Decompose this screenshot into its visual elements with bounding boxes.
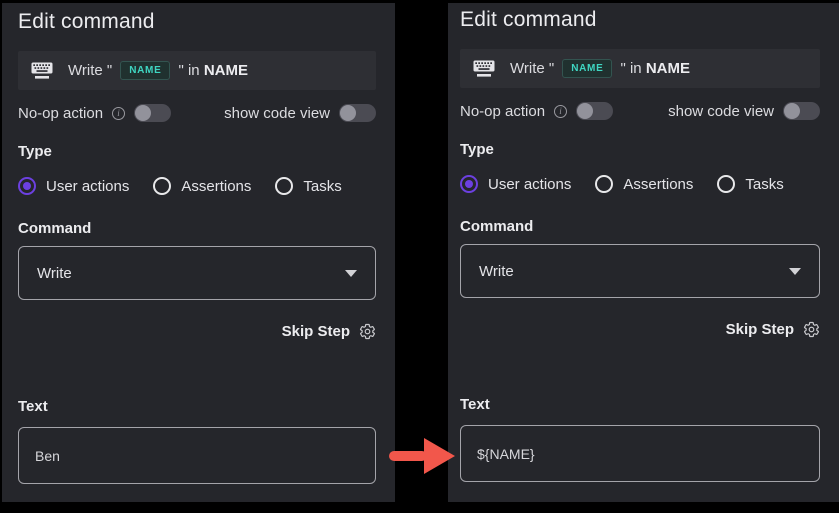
radio-icon bbox=[717, 175, 735, 193]
radio-user-actions[interactable]: User actions bbox=[460, 175, 571, 193]
edit-command-panel-after: Edit command Write "NAME" in NAME N bbox=[448, 3, 839, 502]
radio-assertions[interactable]: Assertions bbox=[595, 175, 693, 193]
page-title: Edit command bbox=[18, 10, 376, 34]
skip-step-label: Skip Step bbox=[282, 323, 350, 340]
radio-icon bbox=[153, 177, 171, 195]
noop-action-toggle[interactable] bbox=[134, 104, 171, 122]
command-preview-text: Write " NAME " in NAME bbox=[510, 59, 690, 78]
keyboard-icon bbox=[31, 62, 53, 79]
radio-icon bbox=[275, 177, 293, 195]
chevron-down-icon bbox=[789, 268, 801, 275]
show-code-view-toggle[interactable] bbox=[339, 104, 376, 122]
preview-middle: " in bbox=[178, 62, 199, 79]
toggle-knob bbox=[135, 105, 151, 121]
radio-icon bbox=[595, 175, 613, 193]
text-label: Text bbox=[18, 398, 376, 415]
chevron-down-icon bbox=[345, 270, 357, 277]
gear-icon[interactable] bbox=[803, 321, 820, 338]
radio-tasks[interactable]: Tasks bbox=[275, 177, 341, 195]
noop-action-toggle[interactable] bbox=[576, 102, 613, 120]
preview-target: NAME bbox=[204, 62, 248, 79]
skip-step-row: Skip Step bbox=[460, 321, 820, 338]
info-icon[interactable]: i bbox=[554, 105, 567, 118]
preview-prefix: Write " bbox=[510, 60, 554, 77]
command-dropdown-value: Write bbox=[479, 263, 514, 280]
radio-label: User actions bbox=[46, 178, 129, 195]
command-dropdown[interactable]: Write bbox=[18, 246, 376, 300]
command-label: Command bbox=[460, 218, 820, 235]
radio-icon bbox=[18, 177, 36, 195]
skip-step-label: Skip Step bbox=[726, 321, 794, 338]
show-code-view-label: show code view bbox=[668, 103, 774, 120]
command-preview-text: Write " NAME " in NAME bbox=[68, 61, 248, 80]
edit-command-panel-before: Edit command Write "NAME" in NAME N bbox=[2, 3, 395, 502]
type-radio-group: User actions Assertions Tasks bbox=[460, 175, 820, 193]
show-code-view-label: show code view bbox=[224, 105, 330, 122]
toggle-knob bbox=[340, 105, 356, 121]
command-preview-bar[interactable]: Write " NAME " in NAME bbox=[18, 51, 376, 90]
variable-badge: NAME bbox=[562, 59, 612, 78]
variable-badge: NAME bbox=[120, 61, 170, 80]
type-label: Type bbox=[18, 143, 376, 160]
show-code-view-group: show code view bbox=[224, 104, 376, 122]
preview-prefix: Write " bbox=[68, 62, 112, 79]
page-title: Edit command bbox=[460, 8, 820, 32]
toggle-row: No-op action i show code view bbox=[18, 104, 376, 122]
noop-action-label: No-op action bbox=[460, 103, 545, 120]
info-icon[interactable]: i bbox=[112, 107, 125, 120]
radio-label: Assertions bbox=[181, 178, 251, 195]
preview-middle: " in bbox=[620, 60, 641, 77]
command-dropdown[interactable]: Write bbox=[460, 244, 820, 298]
right-arrow-icon bbox=[386, 433, 458, 479]
text-input[interactable] bbox=[460, 425, 820, 482]
command-preview-bar[interactable]: Write " NAME " in NAME bbox=[460, 49, 820, 88]
noop-action-group: No-op action i bbox=[460, 102, 613, 120]
radio-label: Tasks bbox=[303, 178, 341, 195]
radio-user-actions[interactable]: User actions bbox=[18, 177, 129, 195]
radio-icon bbox=[460, 175, 478, 193]
type-radio-group: User actions Assertions Tasks bbox=[18, 177, 376, 195]
radio-tasks[interactable]: Tasks bbox=[717, 175, 783, 193]
text-label: Text bbox=[460, 396, 820, 413]
gear-icon[interactable] bbox=[359, 323, 376, 340]
show-code-view-group: show code view bbox=[668, 102, 820, 120]
noop-action-group: No-op action i bbox=[18, 104, 171, 122]
radio-label: User actions bbox=[488, 176, 571, 193]
show-code-view-toggle[interactable] bbox=[783, 102, 820, 120]
screenshot-stage: Edit command Write "NAME" in NAME N bbox=[0, 0, 839, 513]
preview-target: NAME bbox=[646, 60, 690, 77]
keyboard-icon bbox=[473, 60, 495, 77]
text-input[interactable] bbox=[18, 427, 376, 484]
toggle-row: No-op action i show code view bbox=[460, 102, 820, 120]
skip-step-row: Skip Step bbox=[18, 323, 376, 340]
radio-assertions[interactable]: Assertions bbox=[153, 177, 251, 195]
radio-label: Tasks bbox=[745, 176, 783, 193]
radio-label: Assertions bbox=[623, 176, 693, 193]
type-label: Type bbox=[460, 141, 820, 158]
toggle-knob bbox=[577, 103, 593, 119]
toggle-knob bbox=[784, 103, 800, 119]
command-dropdown-value: Write bbox=[37, 265, 72, 282]
noop-action-label: No-op action bbox=[18, 105, 103, 122]
command-label: Command bbox=[18, 220, 376, 237]
